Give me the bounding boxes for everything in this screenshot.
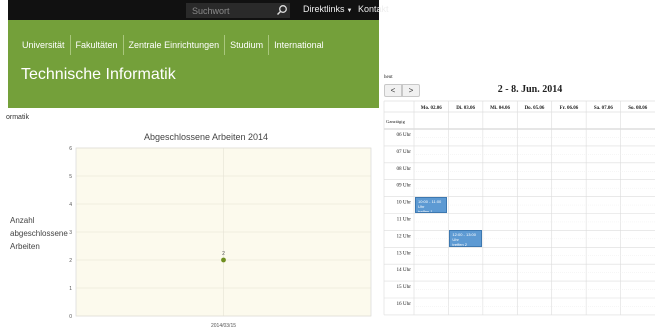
event-title: treffen 1 (418, 208, 433, 214)
day-header[interactable]: Fr. 06.06 (560, 106, 579, 111)
hour-label: 08 Uhr (396, 166, 411, 172)
event-title: treffen 2 (452, 242, 468, 248)
hour-label: 15 Uhr (396, 284, 411, 290)
day-header[interactable]: So. 08.06 (628, 106, 648, 111)
day-header[interactable]: Mo. 02.06 (421, 106, 442, 111)
calendar-event[interactable]: 12:00 - 13:00 Uhr treffen 2 (449, 230, 482, 248)
hour-label: 16 Uhr (396, 301, 411, 307)
day-header[interactable]: Di. 03.06 (456, 106, 475, 111)
hour-label: 09 Uhr (396, 183, 411, 189)
hour-label: 06 Uhr (396, 132, 411, 138)
day-header[interactable]: Mi. 04.06 (490, 106, 510, 111)
hour-label: 07 Uhr (396, 149, 411, 155)
event-time: 10:00 - 11:00 Uhr (418, 198, 442, 209)
hour-label: 14 Uhr (396, 267, 411, 273)
calendar-event[interactable]: 10:00 - 11:00 Uhr treffen 1 (415, 196, 448, 214)
calendar-grid: Mo. 02.06 Di. 03.06 Mi. 04.06 Do. 05.06 Fr. … (383, 100, 655, 316)
day-header[interactable]: Do. 05.06 (525, 106, 545, 111)
event-time: 12:00 - 13:00 Uhr (452, 232, 476, 243)
hour-label: 11 Uhr (397, 217, 412, 223)
allday-label: Ganztägig (386, 119, 406, 124)
hour-label: 10 Uhr (396, 200, 411, 206)
day-header[interactable]: Sa. 07.06 (594, 106, 614, 111)
hour-label: 12 Uhr (396, 233, 411, 239)
hour-label: 13 Uhr (396, 250, 411, 256)
